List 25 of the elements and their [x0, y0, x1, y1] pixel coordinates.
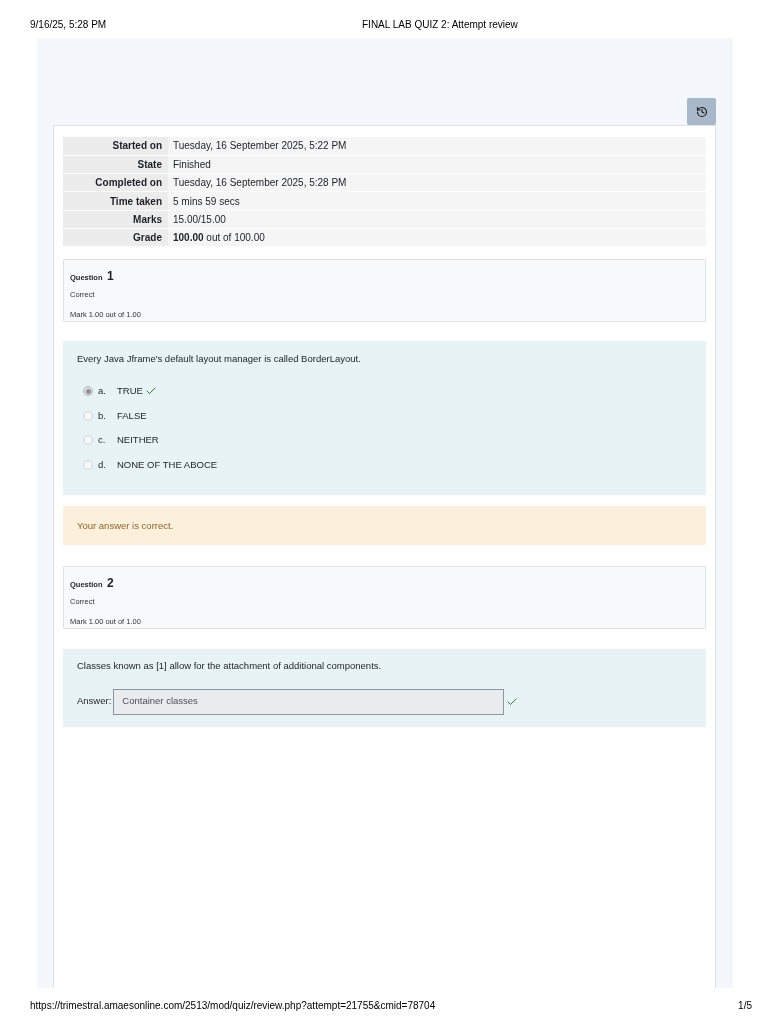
page-url: https://trimestral.amaesonline.com/2513/mod/quiz/review.php?attempt=21755&cmid=78704 [30, 998, 436, 1013]
summary-label-cell: Started on [63, 137, 168, 156]
radio-button[interactable] [83, 435, 93, 446]
option-text: NONE OF THE ABOCE [117, 457, 218, 472]
page-number: 1/5 [738, 998, 752, 1013]
option-letter: b. [98, 408, 107, 423]
summary-value-cell: Tuesday, 16 September 2025, 5:22 PM [168, 137, 706, 156]
print-page-title: FINAL LAB QUIZ 2: Attempt review [362, 19, 518, 31]
option-letter: c. [98, 433, 107, 448]
option-text: NEITHER [117, 433, 159, 448]
option-text: TRUE [117, 384, 143, 399]
question-text: Classes known as [1] allow for the attachment of additional components. [77, 659, 383, 674]
answer-label: Answer: [77, 694, 112, 709]
option-letter: a. [98, 384, 107, 399]
answer-field[interactable]: Container classes [113, 688, 505, 715]
radio-button[interactable] [83, 459, 93, 470]
question-text: Every Java Jframe's default layout manager is called BorderLayout. [77, 352, 362, 367]
history-button[interactable] [687, 98, 716, 125]
option-letter: d. [98, 457, 107, 472]
print-date: 9/16/25, 5:28 PM [30, 19, 107, 31]
feedback-text: Your answer is correct. [77, 518, 174, 533]
radio-button[interactable] [83, 410, 93, 421]
history-icon [695, 105, 708, 118]
radio-button[interactable] [83, 386, 93, 397]
option-text: FALSE [117, 408, 147, 423]
